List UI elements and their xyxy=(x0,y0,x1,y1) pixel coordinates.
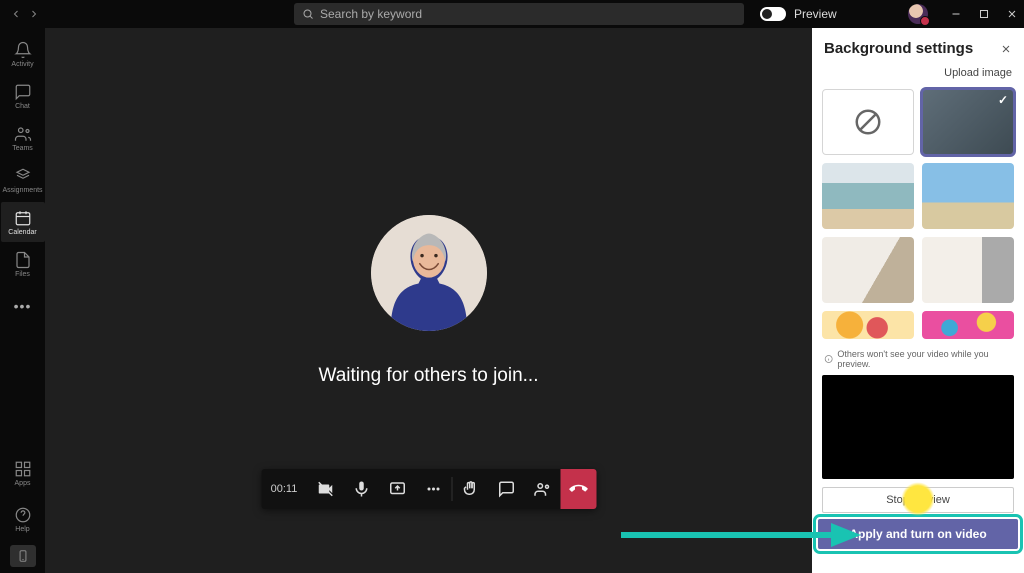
chat-bubble-icon xyxy=(497,480,515,498)
mic-button[interactable] xyxy=(343,469,379,509)
sidebar-item-label: Apps xyxy=(15,480,31,487)
background-thumbnails xyxy=(812,89,1024,339)
share-screen-icon xyxy=(388,480,406,498)
app-sidebar: Activity Chat Teams Assignments Calendar… xyxy=(0,28,45,573)
phone-icon xyxy=(565,476,590,501)
sidebar-item-label: Activity xyxy=(11,61,33,68)
more-apps-icon[interactable]: ••• xyxy=(14,286,32,326)
people-icon xyxy=(14,125,32,143)
sidebar-item-label: Help xyxy=(15,526,29,533)
sidebar-item-assignments[interactable]: Assignments xyxy=(1,160,45,200)
sidebar-item-label: Chat xyxy=(15,103,30,110)
sidebar-item-label: Files xyxy=(15,271,30,278)
participant-avatar xyxy=(371,215,487,331)
raise-hand-button[interactable] xyxy=(452,469,488,509)
sidebar-item-teams[interactable]: Teams xyxy=(1,118,45,158)
sidebar-item-help[interactable]: Help xyxy=(1,499,45,539)
person-icon xyxy=(371,215,487,331)
upload-image-link[interactable]: Upload image xyxy=(812,63,1024,89)
more-actions-button[interactable] xyxy=(415,469,451,509)
conversation-button[interactable] xyxy=(488,469,524,509)
background-option[interactable] xyxy=(922,311,1014,339)
background-settings-panel: Background settings Upload image Others … xyxy=(812,28,1024,573)
device-settings-button[interactable] xyxy=(10,545,36,567)
title-bar: Search by keyword Preview xyxy=(0,0,1024,28)
background-option[interactable] xyxy=(922,163,1014,229)
search-placeholder: Search by keyword xyxy=(320,7,422,21)
meeting-stage: Waiting for others to join... 00:11 xyxy=(45,28,812,573)
bell-icon xyxy=(14,41,32,59)
minimize-icon[interactable] xyxy=(950,8,962,20)
share-button[interactable] xyxy=(379,469,415,509)
ellipsis-icon xyxy=(424,480,442,498)
stop-preview-button[interactable]: Stop preview xyxy=(822,487,1014,513)
sidebar-item-chat[interactable]: Chat xyxy=(1,76,45,116)
hand-icon xyxy=(461,480,479,498)
mic-icon xyxy=(352,480,370,498)
chat-icon xyxy=(14,83,32,101)
hang-up-button[interactable] xyxy=(560,469,596,509)
stop-preview-label: Stop preview xyxy=(886,494,950,506)
search-input[interactable]: Search by keyword xyxy=(294,3,744,25)
apps-icon xyxy=(14,460,32,478)
participants-button[interactable] xyxy=(524,469,560,509)
apply-video-label: Apply and turn on video xyxy=(849,527,986,541)
sidebar-item-label: Teams xyxy=(12,145,33,152)
apply-video-button[interactable]: Apply and turn on video xyxy=(818,519,1018,549)
sidebar-item-activity[interactable]: Activity xyxy=(1,34,45,74)
background-option[interactable] xyxy=(822,311,914,339)
sidebar-item-calendar[interactable]: Calendar xyxy=(1,202,45,242)
preview-info-text: Others won't see your video while you pr… xyxy=(837,349,1012,369)
forward-icon[interactable] xyxy=(28,8,40,20)
search-icon xyxy=(302,8,314,20)
calendar-icon xyxy=(14,209,32,227)
sidebar-item-files[interactable]: Files xyxy=(1,244,45,284)
file-icon xyxy=(14,251,32,269)
sidebar-item-apps[interactable]: Apps xyxy=(1,453,45,493)
user-avatar-small[interactable] xyxy=(908,4,928,24)
preview-info: Others won't see your video while you pr… xyxy=(812,339,1024,375)
panel-title: Background settings xyxy=(824,40,973,57)
toggle-switch-icon[interactable] xyxy=(760,7,786,21)
sidebar-item-label: Assignments xyxy=(2,187,42,194)
video-preview xyxy=(822,375,1014,479)
maximize-icon[interactable] xyxy=(978,8,990,20)
background-blur[interactable] xyxy=(922,89,1014,155)
camera-button[interactable] xyxy=(307,469,343,509)
background-option[interactable] xyxy=(922,237,1014,303)
camera-off-icon xyxy=(316,480,334,498)
meeting-status-text: Waiting for others to join... xyxy=(318,365,538,387)
preview-toggle-label: Preview xyxy=(794,7,837,21)
call-timer: 00:11 xyxy=(261,469,307,509)
panel-close-icon[interactable] xyxy=(1000,43,1012,55)
background-option[interactable] xyxy=(822,237,914,303)
background-option[interactable] xyxy=(822,163,914,229)
preview-toggle[interactable]: Preview xyxy=(760,7,837,21)
people-icon xyxy=(533,480,551,498)
assignments-icon xyxy=(14,167,32,185)
back-icon[interactable] xyxy=(10,8,22,20)
sidebar-item-label: Calendar xyxy=(8,229,36,236)
call-toolbar: 00:11 xyxy=(261,469,596,509)
phone-device-icon xyxy=(16,549,30,563)
close-icon[interactable] xyxy=(1006,8,1018,20)
help-icon xyxy=(14,506,32,524)
no-background-icon xyxy=(853,107,883,137)
info-icon xyxy=(824,354,833,364)
background-none[interactable] xyxy=(822,89,914,155)
